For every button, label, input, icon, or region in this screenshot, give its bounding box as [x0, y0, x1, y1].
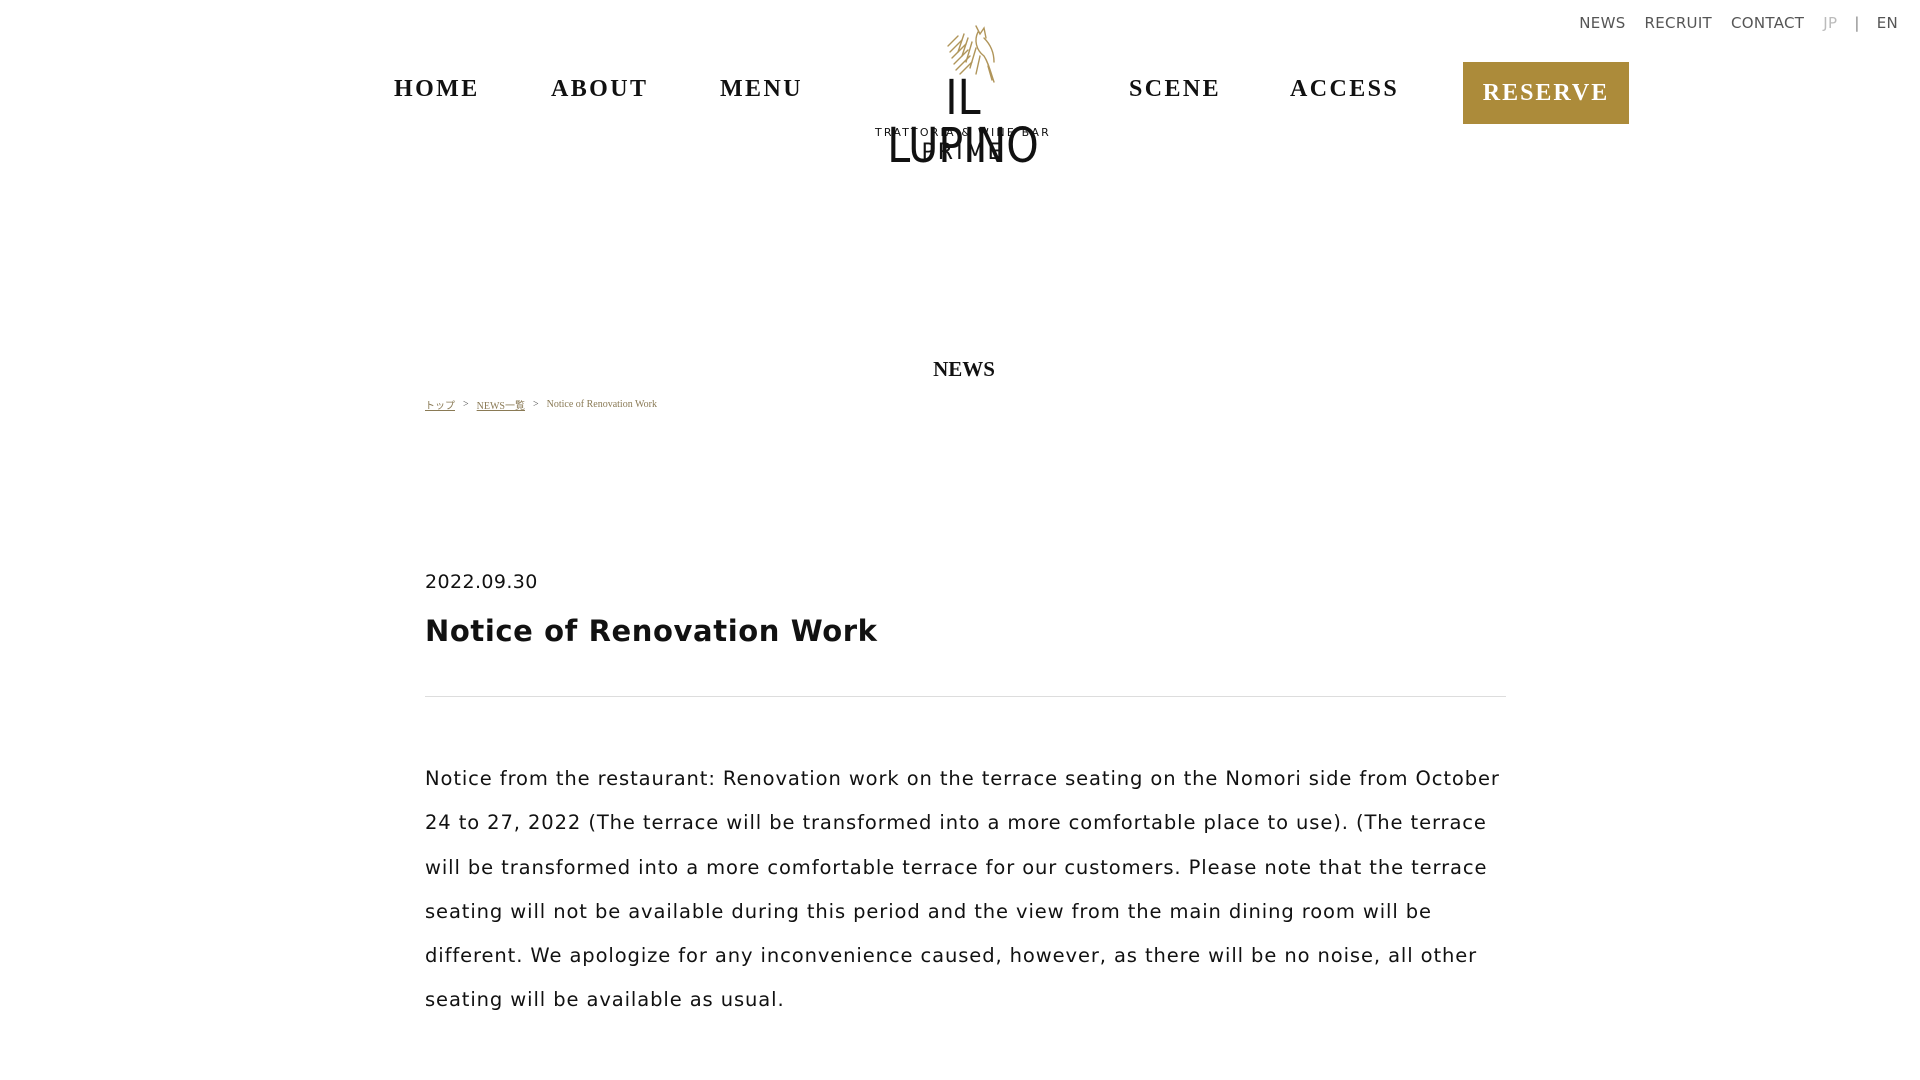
site-logo[interactable]: IL LUPINO TRATTORIA & WINE BAR PRIME — [872, 22, 1054, 170]
article-divider — [425, 696, 1506, 697]
breadcrumb-home-link[interactable]: トップ — [425, 397, 455, 412]
article-date: 2022.09.30 — [425, 571, 538, 593]
util-nav-recruit-link[interactable]: RECRUIT — [1645, 14, 1712, 32]
breadcrumb-news-list-link[interactable]: NEWS一覧 — [477, 397, 525, 412]
nav-access-link[interactable]: ACCESS — [1290, 77, 1399, 101]
nav-scene-link[interactable]: SCENE — [1129, 77, 1221, 101]
nav-home-link[interactable]: HOME — [394, 77, 480, 101]
utility-nav: NEWS RECRUIT CONTACT JP | EN — [1560, 14, 1898, 32]
util-nav-contact-link[interactable]: CONTACT — [1731, 14, 1804, 32]
util-nav-news-link[interactable]: NEWS — [1579, 14, 1625, 32]
lang-separator: | — [1854, 14, 1860, 32]
breadcrumb: トップ > NEWS一覧 > Notice of Renovation Work — [425, 397, 657, 412]
breadcrumb-separator: > — [532, 399, 539, 410]
article-title: Notice of Renovation Work — [425, 614, 878, 648]
logo-prime: PRIME — [921, 140, 1005, 165]
lang-en-link[interactable]: EN — [1877, 14, 1898, 32]
logo-tagline: TRATTORIA & WINE BAR — [875, 126, 1051, 139]
breadcrumb-current: Notice of Renovation Work — [546, 399, 658, 410]
breadcrumb-separator: > — [463, 399, 469, 410]
nav-menu-link[interactable]: MENU — [720, 77, 803, 101]
page-title: NEWS — [933, 357, 995, 381]
reserve-button[interactable]: RESERVE — [1463, 62, 1629, 124]
lang-jp-link[interactable]: JP — [1823, 14, 1837, 32]
nav-about-link[interactable]: ABOUT — [551, 77, 648, 101]
language-switcher: JP | EN — [1823, 14, 1898, 32]
article-body: Notice from the restaurant: Renovation w… — [425, 767, 1500, 1012]
